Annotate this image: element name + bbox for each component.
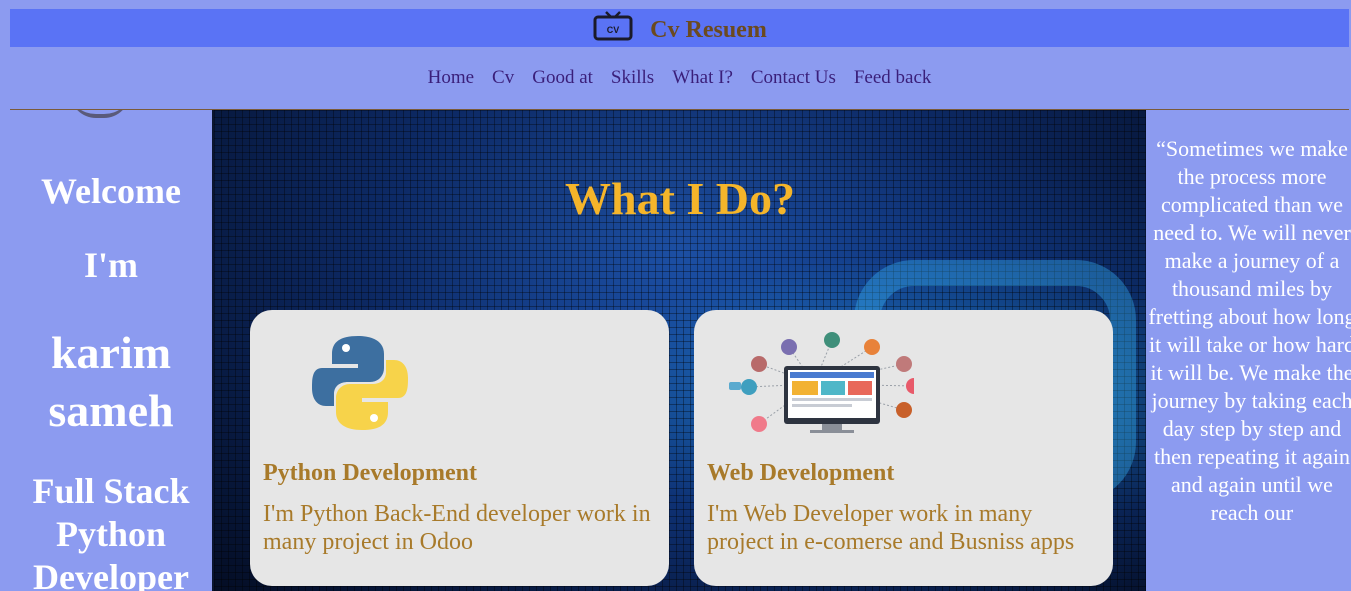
nav-skills[interactable]: Skills (611, 67, 654, 89)
nav-feed-back[interactable]: Feed back (854, 67, 932, 89)
nav-home[interactable]: Home (428, 67, 474, 89)
nav-good-at[interactable]: Good at (532, 67, 593, 89)
service-card-python: Python Development I'm Python Back-End d… (250, 310, 669, 586)
person-name: karim sameh (48, 327, 174, 436)
nav-cv[interactable]: Cv (492, 67, 514, 89)
card-description: I'm Web Developer work in many project i… (707, 501, 1075, 555)
left-intro-panel: Welcome I'm karim sameh Full Stack Pytho… (10, 110, 212, 591)
nav-contact-us[interactable]: Contact Us (751, 67, 836, 89)
section-title: What I Do? (564, 173, 796, 224)
card-description: I'm Python Back-End developer work in ma… (263, 501, 651, 555)
welcome-heading: Welcome (41, 171, 181, 211)
main-nav: Home Cv Good at Skills What I? Contact U… (10, 47, 1349, 110)
cv-tv-icon: CV (593, 11, 633, 41)
quote-text: “Sometimes we make the process more comp… (1148, 136, 1351, 525)
python-logo-icon (312, 336, 408, 430)
service-card-web: Web Development I'm Web Developer work i… (694, 310, 1113, 586)
im-heading: I'm (84, 245, 138, 285)
nav-what-i[interactable]: What I? (672, 67, 733, 89)
card-title: Python Development (263, 460, 477, 486)
web-development-illustration (729, 332, 914, 433)
card-title: Web Development (707, 460, 895, 486)
job-title: Full Stack Python Developer (32, 471, 190, 591)
brand[interactable]: CV Cv Resuem (592, 11, 767, 44)
site-title: Cv Resuem (650, 16, 767, 43)
top-header-bar: CV Cv Resuem (10, 9, 1349, 47)
what-i-do-section: What I Do? Python Development I'm Python… (212, 110, 1146, 591)
avatar-edge (70, 110, 130, 118)
quote-panel: “Sometimes we make the process more comp… (1145, 110, 1351, 591)
svg-text:CV: CV (607, 25, 620, 35)
